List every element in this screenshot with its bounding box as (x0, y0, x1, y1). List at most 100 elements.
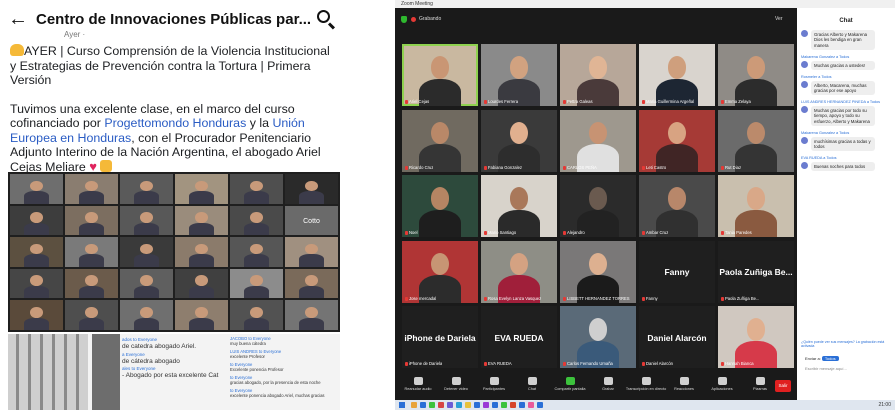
toolbar-button[interactable]: Pizarras (743, 374, 777, 391)
participant-face (430, 252, 450, 276)
participant-photo (92, 334, 120, 410)
mini-participant-body (78, 285, 105, 299)
mini-participant-face (30, 243, 43, 255)
recipient-dropdown[interactable]: Todos (821, 356, 839, 361)
chat-excerpt-text: gracias abogado, por la presencia de est… (230, 380, 321, 385)
participant-face (746, 187, 766, 210)
taskbar-app-icon[interactable] (483, 402, 489, 408)
participant-tile[interactable]: CARLOS PEÑA (560, 109, 636, 172)
progettomondo-link[interactable]: Progettomondo Honduras (104, 116, 246, 130)
taskbar-app-icon[interactable] (501, 402, 507, 408)
mini-participant-face (195, 306, 208, 318)
search-icon[interactable] (315, 8, 337, 30)
muted-mic-icon (563, 231, 566, 235)
participant-name-label: Lourdes Ferrera (484, 99, 518, 104)
toolbar-label: Pizarras (753, 387, 767, 391)
toolbar-button[interactable]: Transcripción en directo (626, 374, 666, 391)
participant-tile[interactable]: LISBETT HERNANDEZ TORRES (560, 240, 636, 303)
taskbar-app-icon[interactable] (447, 402, 453, 408)
chat-text: Alberto, Macarena, muchas gracias por es… (814, 82, 867, 94)
participant-tile[interactable]: Ricardo Cruz (402, 109, 478, 172)
toolbar-icon (451, 377, 461, 385)
gallery-view: Ariel Cejas Lourdes Ferrera Pettra Galeas M… (402, 44, 794, 368)
participant-tile[interactable]: Emma Zelaya (718, 44, 794, 106)
participant-tile[interactable]: EVA RUEDA EVA RUEDA (481, 306, 557, 368)
back-arrow-icon[interactable]: ← (8, 9, 32, 29)
taskbar-app-icon[interactable] (465, 402, 471, 408)
post-line1: AYER | Curso Comprensión de la Violencia… (10, 44, 330, 87)
participant-tile[interactable]: Ambar Cruz (639, 175, 715, 237)
participant-tile[interactable]: Ariel Cejas (402, 44, 478, 106)
chat-sender: EVA RUEDA a Todos (801, 156, 837, 161)
participant-display-name: iPhone de Dariela (404, 332, 476, 343)
post-zoom-screenshot[interactable]: Cotto (8, 172, 340, 332)
post-chat-screenshot[interactable]: ados to Everyone de catedra abogado Ariel… (8, 334, 340, 410)
participant-tile[interactable]: Fabiana Gonzalez (481, 109, 557, 172)
leave-button[interactable]: Salir (775, 380, 791, 392)
chat-excerpt-sender: ados to Everyone (122, 337, 158, 342)
participant-tile[interactable]: Fanny Fanny (639, 240, 715, 303)
muted-mic-icon (642, 296, 645, 301)
page-title[interactable]: Centro de Innovaciones Públicas par... (36, 11, 315, 28)
taskbar-app-icon[interactable] (537, 402, 543, 408)
taskbar-app-icon[interactable] (420, 402, 426, 408)
chat-bubble: Muchas gracias a ustedes! (811, 60, 875, 71)
toolbar-button[interactable]: Detener video (439, 374, 473, 391)
participant-face (430, 187, 450, 210)
taskbar-app-icon[interactable] (456, 402, 462, 408)
chat-visibility-hint[interactable]: ¿Quién puede ver sus mensajes? La grabac… (801, 340, 895, 348)
toolbar-button[interactable]: Reacciones (667, 374, 701, 391)
taskbar-app-icon[interactable] (492, 402, 498, 408)
taskbar-app-icon[interactable] (438, 402, 444, 408)
taskbar-app-icon[interactable] (411, 402, 417, 408)
taskbar-app-icon[interactable] (528, 402, 534, 408)
mini-participant-tile (285, 268, 338, 299)
view-button[interactable]: Ver (775, 16, 783, 22)
post-meta: Ayer · (64, 30, 86, 39)
taskbar-app-icon[interactable] (519, 402, 525, 408)
participant-tile[interactable]: Paola Zuñiga Be... Paola Zuñiga Be... (718, 240, 794, 303)
chat-message: EVA RUEDA a Todos Buenas noches para todo… (801, 156, 893, 172)
participant-name-label: Ambar Cruz (642, 230, 668, 235)
participant-display-name: EVA RUEDA (494, 332, 544, 343)
participant-tile[interactable]: Daniel Alarcón Daniel Alarcón (639, 306, 715, 368)
participant-tile[interactable]: iPhone de Dariela iPhone de Dariela (402, 306, 478, 368)
mini-participant-tile (10, 174, 63, 204)
participant-tile[interactable]: Jose mercadal (402, 240, 478, 303)
toolbar-button[interactable]: Grabar (591, 374, 625, 391)
toolbar-button[interactable]: Participantes (477, 374, 511, 391)
start-button[interactable] (399, 402, 405, 408)
chat-input[interactable]: Escribir mensaje aquí... (805, 366, 847, 371)
muted-mic-icon (563, 362, 566, 366)
participant-tile[interactable]: Tania Paredes (718, 175, 794, 237)
toolbar-button[interactable]: Compartir pantalla (553, 374, 587, 391)
participant-name: Fanny (646, 295, 658, 301)
participant-name-label: Paola Zuñiga Be... (721, 296, 759, 301)
mini-participant-face (140, 212, 153, 223)
participant-display-name: Fanny (664, 267, 690, 278)
chat-bubble: Gracias Alberto y Makarena Dios les bend… (811, 30, 875, 51)
participant-tile[interactable]: Alejandro (560, 175, 636, 237)
toolbar-button[interactable]: Chat (515, 374, 549, 391)
participant-tile[interactable]: Maria Guillermina Argeñal (639, 44, 715, 106)
participant-tile[interactable]: Pettra Galeas (560, 44, 636, 106)
participant-tile[interactable]: Noel (402, 175, 478, 237)
participant-tile[interactable]: Carlos Fernando Umaña (560, 306, 636, 368)
participant-tile[interactable]: Hannah Bianca (718, 306, 794, 368)
taskbar-app-icon[interactable] (510, 402, 516, 408)
participant-tile[interactable]: Leti Castro (639, 109, 715, 172)
participant-tile[interactable]: Rosa Evelyn Lanza Vasquez (481, 240, 557, 303)
taskbar-app-icon[interactable] (474, 402, 480, 408)
security-shield-icon[interactable] (401, 16, 407, 23)
taskbar-app-icon[interactable] (429, 402, 435, 408)
toolbar-icon (527, 377, 537, 385)
mini-participant-body (188, 285, 215, 299)
toolbar-button[interactable]: Aplicaciones (705, 374, 739, 391)
participant-tile[interactable]: Rut Diaz (718, 109, 794, 172)
mini-participant-face (250, 180, 263, 192)
toolbar-button[interactable]: Reanudar audio (401, 374, 435, 391)
post-text: AYER | Curso Comprensión de la Violencia… (10, 44, 338, 188)
participant-tile[interactable]: Mario Santiago (481, 175, 557, 237)
chat-sender: Makarena Gonzalez a Todos (801, 131, 850, 136)
participant-tile[interactable]: Lourdes Ferrera (481, 44, 557, 106)
